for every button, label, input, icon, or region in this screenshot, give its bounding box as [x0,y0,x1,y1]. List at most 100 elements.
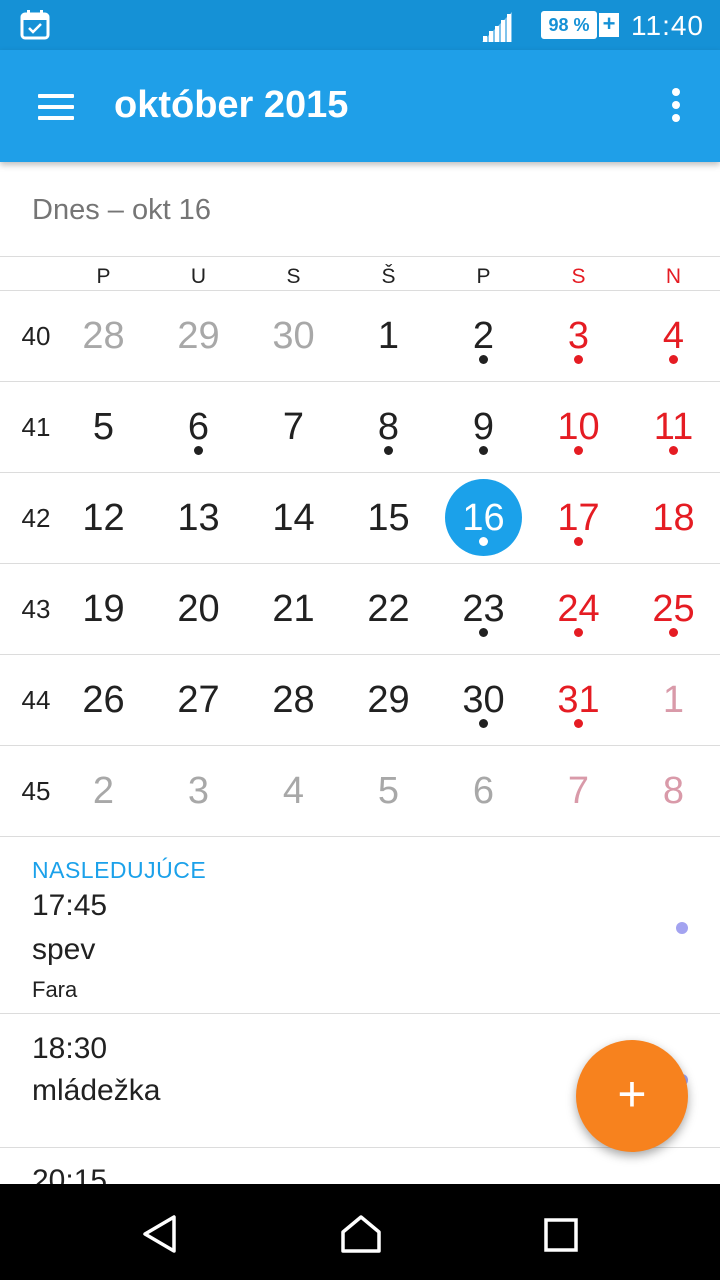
day-number: 2 [92,770,115,812]
day-cell[interactable]: 3 [151,746,246,836]
event-indicator-dot [479,537,488,546]
week-row: 43 19 20 21 22 23 24 25 [0,564,720,654]
day-cell[interactable]: 4 [246,746,341,836]
add-event-button[interactable]: + [576,1040,688,1152]
week-row: 44 26 27 28 29 30 31 1 [0,655,720,745]
day-number: 1 [662,679,685,721]
week-row: 42 12 13 14 15 16 17 18 [0,473,720,563]
day-cell[interactable]: 15 [341,473,436,563]
day-number: 25 [652,588,695,630]
recents-icon[interactable] [543,1217,579,1253]
day-cell[interactable]: 4 [626,291,720,381]
event-indicator-dot [574,719,583,728]
day-cell[interactable]: 18 [626,473,720,563]
today-button[interactable]: Dnes – okt 16 [0,162,720,256]
weekday-label: P [96,265,111,288]
day-cell[interactable]: 2 [436,291,531,381]
page-title[interactable]: október 2015 [114,84,348,127]
battery-icon: 98 % + [541,11,619,39]
day-cell[interactable]: 5 [56,382,151,472]
day-cell[interactable]: 11 [626,382,720,472]
day-number: 30 [272,315,315,357]
day-cell[interactable]: 6 [436,746,531,836]
day-number: 27 [177,679,220,721]
day-number: 26 [82,679,125,721]
day-number: 22 [367,588,410,630]
day-number: 28 [82,315,125,357]
day-number: 5 [377,770,400,812]
day-cell[interactable]: 25 [626,564,720,654]
day-number: 3 [567,315,590,357]
event-indicator-dot [479,446,488,455]
event-indicator-dot [574,537,583,546]
day-number: 29 [177,315,220,357]
day-number: 6 [187,406,210,448]
day-number: 28 [272,679,315,721]
week-row: 45 2 3 4 5 6 7 8 [0,746,720,836]
day-cell[interactable]: 17 [531,473,626,563]
day-cell[interactable]: 10 [531,382,626,472]
day-number: 23 [462,588,505,630]
day-cell[interactable]: 24 [531,564,626,654]
day-number: 1 [377,315,400,357]
event-indicator-dot [574,355,583,364]
day-number: 30 [462,679,505,721]
event-time: 17:45 [32,889,108,922]
home-icon[interactable] [340,1214,382,1254]
day-cell[interactable]: 31 [531,655,626,745]
weekday-label: P [476,265,491,288]
event-indicator-dot [479,355,488,364]
event-indicator-dot [669,628,678,637]
event-indicator-dot [384,446,393,455]
day-number: 10 [557,406,600,448]
day-cell[interactable]: 14 [246,473,341,563]
status-clock: 11:40 [631,10,704,41]
event-time: 18:30 [32,1032,108,1065]
day-cell[interactable]: 23 [436,564,531,654]
day-cell[interactable]: 6 [151,382,246,472]
day-cell[interactable]: 28 [246,655,341,745]
day-cell[interactable]: 8 [341,382,436,472]
day-cell[interactable]: 26 [56,655,151,745]
day-cell[interactable]: 27 [151,655,246,745]
day-cell[interactable]: 5 [341,746,436,836]
navigation-bar [0,1184,720,1280]
battery-level: 98 % [541,11,597,39]
day-cell[interactable]: 19 [56,564,151,654]
menu-icon[interactable] [38,94,74,120]
overflow-icon[interactable] [668,88,684,128]
day-number: 17 [557,497,600,539]
event-item[interactable]: 17:45 spev Fara [0,837,720,1013]
event-color-dot [676,922,688,934]
day-cell-today[interactable]: 16 [436,473,531,563]
day-number: 16 [462,497,505,539]
day-cell[interactable]: 20 [151,564,246,654]
day-cell[interactable]: 7 [531,746,626,836]
day-cell[interactable]: 30 [436,655,531,745]
day-cell[interactable]: 8 [626,746,720,836]
day-cell[interactable]: 9 [436,382,531,472]
day-cell[interactable]: 2 [56,746,151,836]
day-number: 5 [92,406,115,448]
day-cell[interactable]: 21 [246,564,341,654]
day-cell[interactable]: 1 [626,655,720,745]
day-cell[interactable]: 22 [341,564,436,654]
day-cell[interactable]: 29 [151,291,246,381]
day-cell[interactable]: 12 [56,473,151,563]
day-cell[interactable]: 29 [341,655,436,745]
weekday-label: N [665,265,682,288]
day-cell[interactable]: 30 [246,291,341,381]
day-cell[interactable]: 7 [246,382,341,472]
app-bar: október 2015 [0,50,720,162]
day-cell[interactable]: 1 [341,291,436,381]
event-item[interactable]: 20:15 [0,1148,720,1184]
back-icon[interactable] [140,1214,180,1254]
day-cell[interactable]: 13 [151,473,246,563]
day-cell[interactable]: 28 [56,291,151,381]
day-cell[interactable]: 3 [531,291,626,381]
day-number: 6 [472,770,495,812]
event-time: 20:15 [32,1164,108,1184]
signal-icon [482,12,512,42]
day-number: 4 [282,770,305,812]
day-number: 7 [282,406,305,448]
